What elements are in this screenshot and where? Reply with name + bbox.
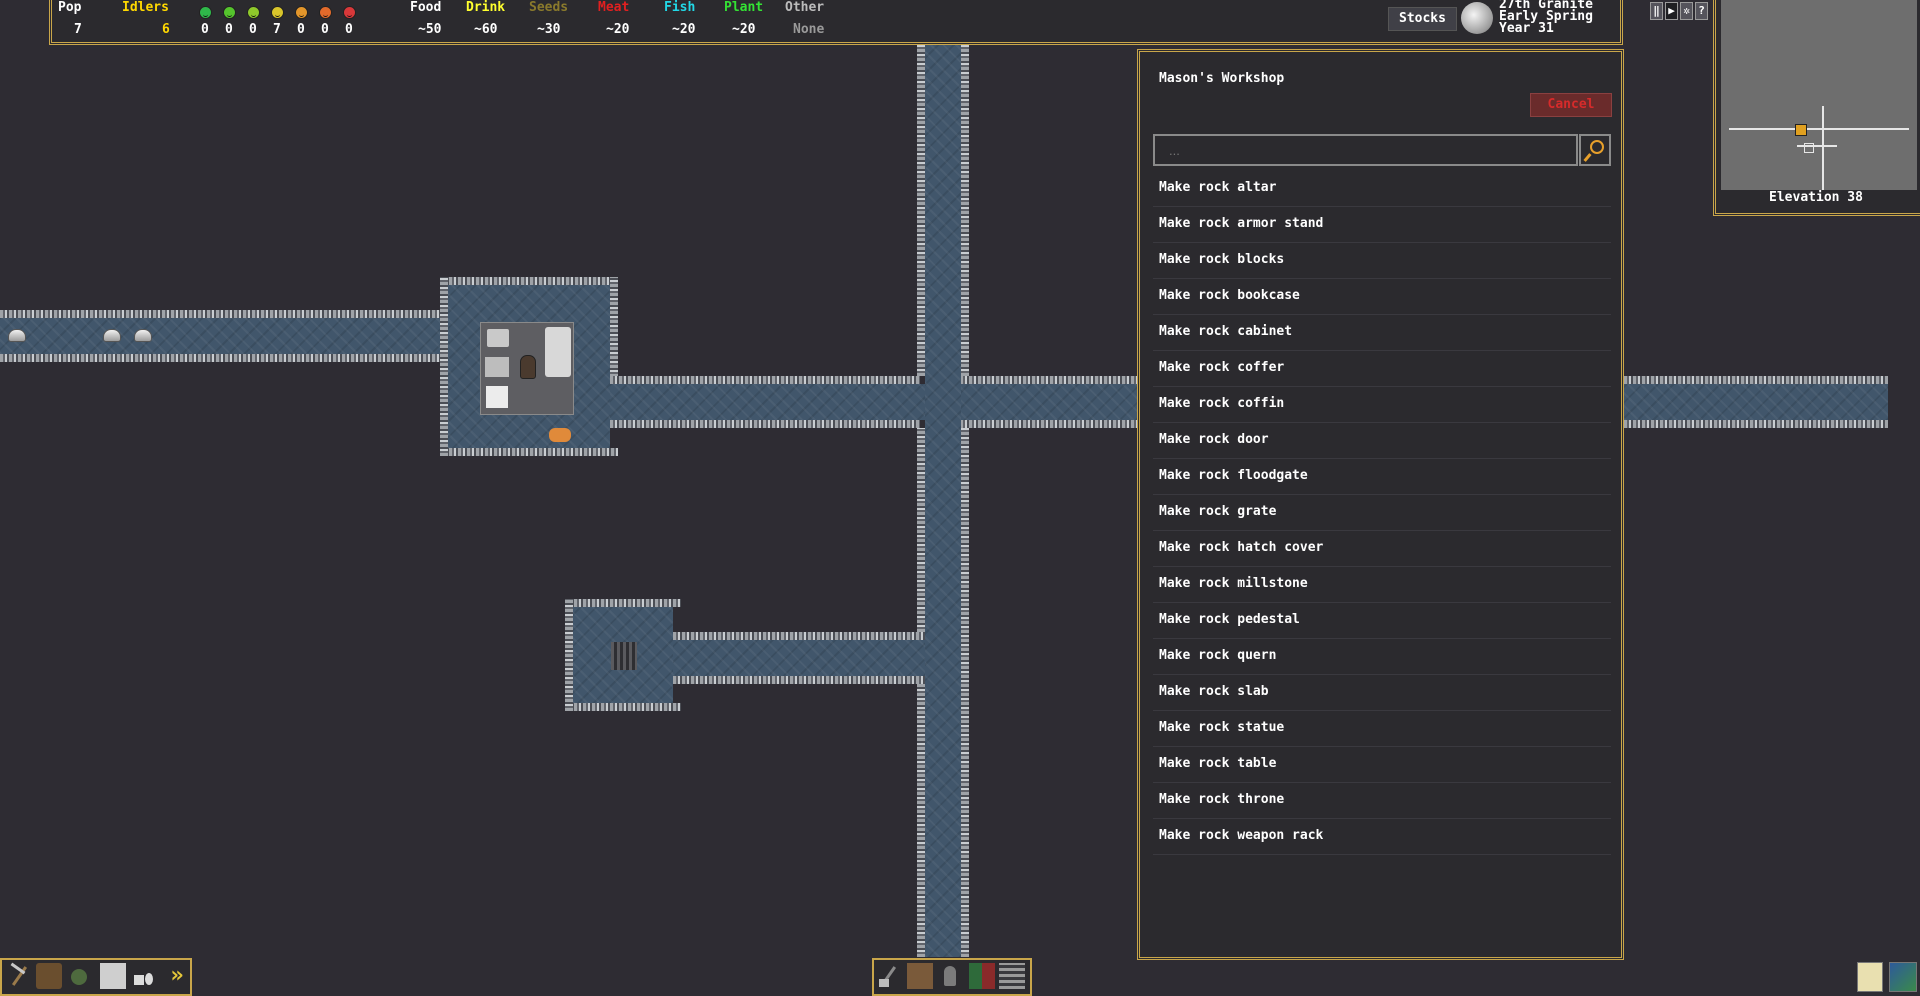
rock-boulder[interactable]	[103, 329, 121, 342]
resource-value: ~20	[606, 22, 630, 37]
blocks-icon	[486, 386, 508, 408]
resource-label[interactable]: Plant	[724, 0, 763, 15]
minimap-area[interactable]	[1721, 0, 1917, 190]
left-toolbar: »	[0, 958, 192, 996]
recipe-item[interactable]: Make rock blocks	[1153, 243, 1611, 279]
mood-face-icon	[343, 6, 356, 19]
resource-label[interactable]: Drink	[466, 0, 505, 15]
recipe-item[interactable]: Make rock coffer	[1153, 351, 1611, 387]
recipe-item[interactable]: Make rock millstone	[1153, 567, 1611, 603]
build-icon[interactable]	[877, 963, 903, 989]
recipe-item[interactable]: Make rock bookcase	[1153, 279, 1611, 315]
stair-icon[interactable]	[611, 642, 637, 670]
pickaxe-icon[interactable]	[6, 962, 32, 989]
mood-count: 0	[249, 22, 257, 37]
idlers-label[interactable]: Idlers	[122, 0, 169, 15]
rock-boulder[interactable]	[8, 329, 26, 342]
recipe-item[interactable]: Make rock floodgate	[1153, 459, 1611, 495]
pause-button[interactable]: ‖	[1650, 2, 1663, 20]
resource-value: ~20	[732, 22, 756, 37]
recipe-item[interactable]: Make rock door	[1153, 423, 1611, 459]
recipe-item[interactable]: Make rock weapon rack	[1153, 819, 1611, 855]
resource-value: ~50	[418, 22, 442, 37]
minimap[interactable]: Elevation 38	[1713, 0, 1920, 216]
recipe-item[interactable]: Make rock cabinet	[1153, 315, 1611, 351]
workshop-icon[interactable]	[907, 963, 933, 989]
recipe-item[interactable]: Make rock coffin	[1153, 387, 1611, 423]
world-map-icon[interactable]	[1889, 962, 1917, 992]
resource-label[interactable]: Fish	[664, 0, 695, 15]
play-button[interactable]: ▶	[1665, 2, 1678, 20]
stocks-button[interactable]: Stocks	[1388, 7, 1457, 31]
cat-icon[interactable]	[549, 428, 571, 442]
saw-icon	[485, 357, 509, 377]
recipe-item[interactable]: Make rock throne	[1153, 783, 1611, 819]
workshop-panel: Mason's Workshop Cancel Make rock altarM…	[1137, 49, 1624, 960]
mood-count: 0	[297, 22, 305, 37]
recipe-item[interactable]: Make rock pedestal	[1153, 603, 1611, 639]
lock-icon[interactable]	[130, 963, 156, 989]
recipe-item[interactable]: Make rock quern	[1153, 639, 1611, 675]
mood-count: 0	[225, 22, 233, 37]
settings-button[interactable]: ✲	[1680, 2, 1693, 20]
resource-label[interactable]: Other	[785, 0, 824, 15]
anvil-icon	[487, 329, 509, 347]
recipe-item[interactable]: Make rock altar	[1153, 171, 1611, 207]
mood-count: 0	[201, 22, 209, 37]
recipe-list: Make rock altar Make rock armor stand Make…	[1153, 171, 1611, 855]
search-button[interactable]	[1579, 134, 1611, 166]
help-button[interactable]: ?	[1695, 2, 1708, 20]
recipe-item[interactable]: Make rock armor stand	[1153, 207, 1611, 243]
zones-icon[interactable]	[969, 963, 995, 989]
recipe-item[interactable]: Make rock grate	[1153, 495, 1611, 531]
gather-plants-icon[interactable]	[66, 963, 92, 989]
dwarf-mason-icon[interactable]	[520, 355, 536, 379]
mood-face-icon	[247, 6, 260, 19]
more-icon[interactable]: »	[164, 963, 190, 989]
resource-value: ~20	[672, 22, 696, 37]
cancel-button[interactable]: Cancel	[1530, 93, 1612, 117]
idlers-value: 6	[162, 22, 170, 37]
recipe-item[interactable]: Make rock hatch cover	[1153, 531, 1611, 567]
resource-label[interactable]: Seeds	[529, 0, 568, 15]
mood-face-icon	[199, 6, 212, 19]
stone-block-icon	[545, 327, 571, 377]
mood-face-icon	[295, 6, 308, 19]
recipe-item[interactable]: Make rock slab	[1153, 675, 1611, 711]
resource-label[interactable]: Meat	[598, 0, 629, 15]
elevation-label: Elevation 38	[1769, 190, 1863, 205]
date-year: Year 31	[1499, 21, 1554, 36]
pop-label: Pop	[58, 0, 82, 15]
moon-phase-icon	[1461, 2, 1493, 34]
citizens-icon[interactable]	[937, 963, 963, 989]
smooth-stone-icon[interactable]	[100, 963, 126, 989]
minimap-viewport[interactable]	[1795, 124, 1807, 136]
pop-value: 7	[74, 22, 82, 37]
date-display: 27th Granite Early Spring Year 31	[1499, 0, 1593, 35]
rock-boulder[interactable]	[134, 329, 152, 342]
recipe-item[interactable]: Make rock statue	[1153, 711, 1611, 747]
mood-face-icon	[271, 6, 284, 19]
mood-face-icon	[319, 6, 332, 19]
recipe-item[interactable]: Make rock table	[1153, 747, 1611, 783]
map-view[interactable]	[0, 0, 1920, 996]
status-bar: Pop 7 Idlers 6 0 0 0 7 0 0 0 Food ~50 Drink ~60 Se…	[49, 0, 1623, 45]
mood-count: 7	[273, 22, 281, 37]
chop-trees-icon[interactable]	[36, 963, 62, 989]
mood-count: 0	[321, 22, 329, 37]
panel-title: Mason's Workshop	[1159, 71, 1285, 86]
notes-icon[interactable]	[1857, 962, 1883, 992]
center-toolbar	[872, 958, 1032, 996]
resource-value: ~60	[474, 22, 498, 37]
mood-count: 0	[345, 22, 353, 37]
resource-value: ~30	[537, 22, 561, 37]
resource-label[interactable]: Food	[410, 0, 441, 15]
search-input[interactable]	[1153, 134, 1578, 166]
mood-face-icon	[223, 6, 236, 19]
stockpile-icon[interactable]	[999, 963, 1025, 989]
resource-value: None	[793, 22, 825, 37]
